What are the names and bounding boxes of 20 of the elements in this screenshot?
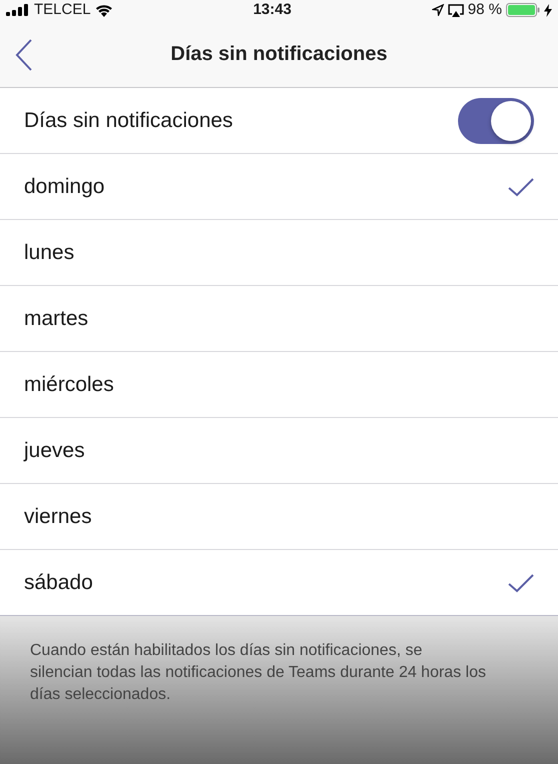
carrier-name: TELCEL (34, 0, 91, 20)
day-row[interactable]: miércoles (0, 352, 558, 418)
day-row[interactable]: domingo (0, 154, 558, 220)
back-button[interactable] (14, 38, 34, 72)
battery-icon (506, 3, 540, 17)
day-row[interactable]: viernes (0, 484, 558, 550)
toggle-switch[interactable] (458, 98, 534, 144)
charging-bolt-icon (544, 4, 552, 16)
screen-mirroring-icon (448, 4, 464, 16)
day-row[interactable]: jueves (0, 418, 558, 484)
battery-percent: 98 % (468, 0, 502, 20)
signal-icon (6, 4, 30, 16)
day-row[interactable]: martes (0, 286, 558, 352)
wifi-icon (94, 4, 113, 16)
footer-note: Cuando están habilitados los días sin notificaciones, se silencian todas las notificaciones de Teams durante 24 horas los días seleccionados. (29, 641, 487, 705)
day-row[interactable]: lunes (0, 220, 558, 286)
location-arrow-icon (432, 4, 444, 16)
screen-title: Días sin notificaciones (170, 42, 388, 66)
setting-label: Días sin notificaciones (24, 108, 233, 134)
clock-time: 13:43 (253, 0, 292, 20)
